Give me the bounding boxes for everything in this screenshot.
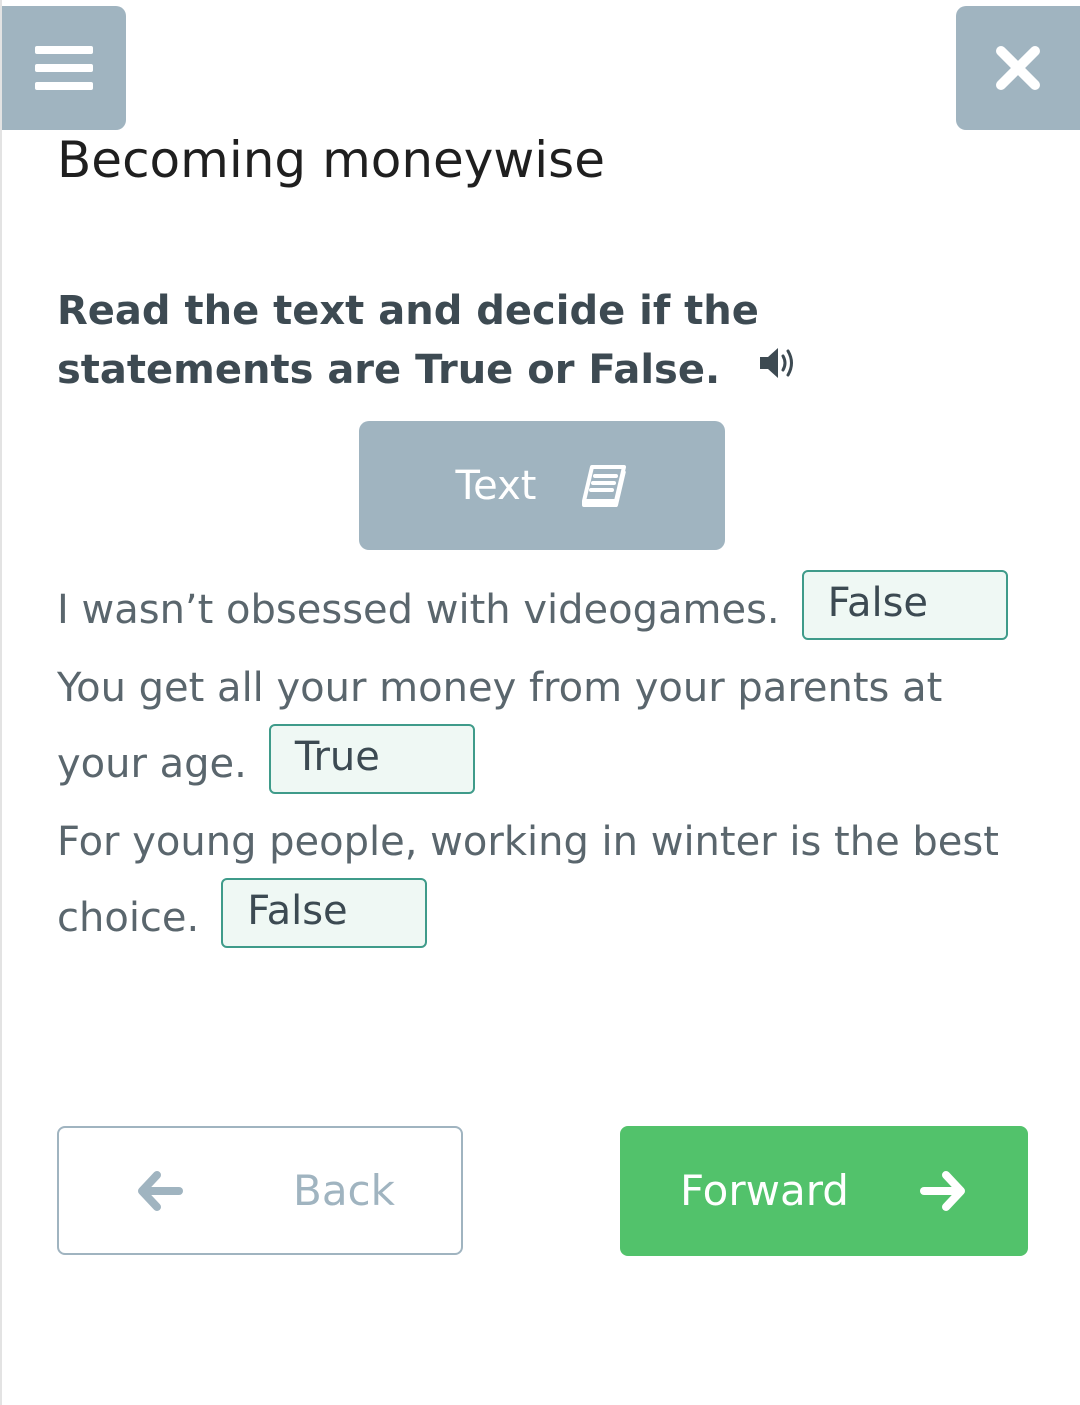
text-button[interactable]: Text (359, 421, 725, 550)
statement-text: For young people, working in winter is t… (57, 819, 999, 941)
page-title: Becoming moneywise (57, 131, 605, 189)
book-icon (582, 464, 627, 507)
speaker-icon[interactable] (758, 339, 800, 398)
close-x-icon (996, 46, 1040, 90)
statement-item: For young people, working in winter is t… (57, 804, 1017, 956)
forward-button[interactable]: Forward (620, 1126, 1028, 1256)
back-button[interactable]: Back (57, 1126, 463, 1255)
back-button-label: Back (293, 1165, 395, 1215)
statement-item: I wasn’t obsessed with videogames. False (57, 570, 1017, 648)
answer-dropdown[interactable]: True (268, 724, 475, 794)
text-button-label: Text (455, 462, 537, 509)
statements-list: I wasn’t obsessed with videogames. False … (57, 570, 1017, 958)
answer-dropdown[interactable]: False (801, 570, 1008, 640)
instructions-text: Read the text and decide if the statemen… (57, 288, 759, 393)
menu-button[interactable] (2, 6, 126, 130)
statement-item: You get all your money from your parents… (57, 650, 1017, 802)
forward-button-label: Forward (680, 1166, 849, 1215)
statement-text: You get all your money from your parents… (57, 665, 943, 787)
exercise-page: Becoming moneywise Read the text and dec… (0, 0, 1080, 1405)
answer-dropdown[interactable]: False (221, 878, 428, 948)
statement-text: I wasn’t obsessed with videogames. (57, 587, 780, 633)
arrow-right-icon (920, 1171, 965, 1211)
hamburger-menu-icon (35, 46, 93, 90)
arrow-left-icon (138, 1170, 183, 1211)
instructions: Read the text and decide if the statemen… (57, 282, 1017, 402)
close-button[interactable] (956, 6, 1080, 130)
